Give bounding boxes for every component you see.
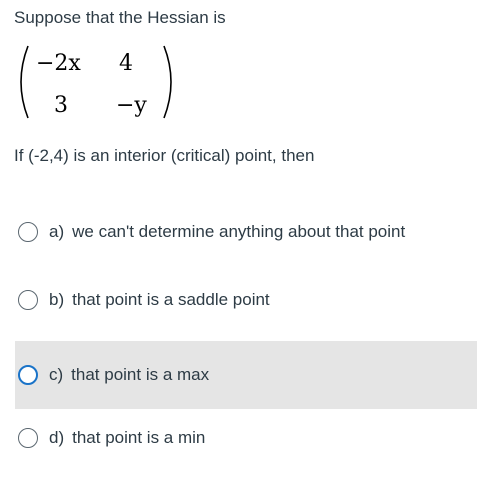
question-prompt: If (-2,4) is an interior (critical) poin… xyxy=(14,146,315,165)
answer-option-a[interactable]: a) we can't determine anything about that… xyxy=(15,198,477,266)
answer-label-d: d) that point is a min xyxy=(49,428,205,448)
matrix-cell-a11: −2x xyxy=(36,51,81,76)
answer-option-b[interactable]: b) that point is a saddle point xyxy=(15,266,477,334)
answer-text-c: that point is a max xyxy=(71,365,210,384)
question-intro: Suppose that the Hessian is xyxy=(14,8,226,27)
hessian-matrix: −2x 4 3 −y xyxy=(16,42,176,122)
answer-text-b: that point is a saddle point xyxy=(72,290,270,309)
matrix-cell-a12: 4 xyxy=(119,51,133,76)
answer-option-d[interactable]: d) that point is a min xyxy=(15,404,477,472)
answer-text-d: that point is a min xyxy=(72,428,206,447)
matrix-cell-a22: −y xyxy=(116,93,147,118)
answer-option-c[interactable]: c) that point is a max xyxy=(15,341,477,409)
answer-label-b: b) that point is a saddle point xyxy=(49,290,270,310)
radio-button-c[interactable] xyxy=(18,365,38,385)
radio-button-a[interactable] xyxy=(18,222,38,242)
radio-button-d[interactable] xyxy=(18,428,38,448)
answer-letter-d: d) xyxy=(49,428,65,447)
answer-label-a: a) we can't determine anything about that… xyxy=(49,222,405,242)
answer-label-c: c) that point is a max xyxy=(49,365,209,385)
answer-letter-b: b) xyxy=(49,290,65,309)
answer-letter-c: c) xyxy=(49,365,64,384)
matrix-cell-a21: 3 xyxy=(54,93,68,118)
answer-letter-a: a) xyxy=(49,222,65,241)
radio-button-b[interactable] xyxy=(18,290,38,310)
answer-text-a: we can't determine anything about that p… xyxy=(72,222,406,241)
